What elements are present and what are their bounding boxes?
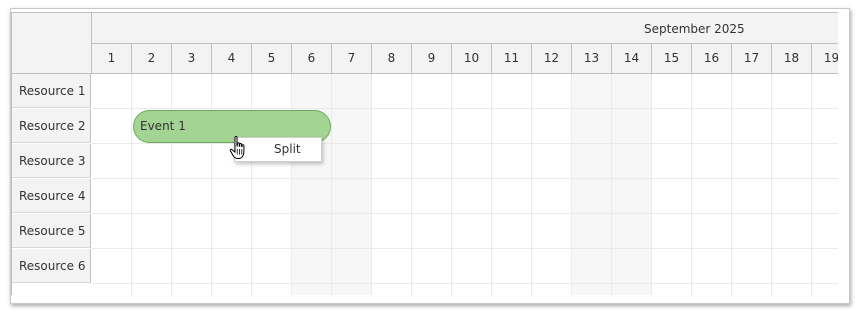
day-header-15: 15	[652, 44, 692, 73]
row-header-resource-5: Resource 5	[12, 214, 91, 248]
day-header-19: 19	[812, 44, 838, 73]
scheduler-corner	[12, 13, 92, 74]
day-header-1: 1	[92, 44, 132, 73]
day-header-12: 12	[532, 44, 572, 73]
menu-item-split[interactable]: Split	[235, 138, 321, 161]
day-header-9: 9	[412, 44, 452, 73]
row-header-resource-6: Resource 6	[12, 249, 91, 283]
time-header: September 2025 1 2 3 4 5 6 7 8 9 10 11 12 13 14 15 16 17…	[92, 13, 838, 74]
grid-row-line	[92, 143, 838, 144]
day-header-3: 3	[172, 44, 212, 73]
grid-row-line	[92, 178, 838, 179]
grid-row-line	[92, 248, 838, 249]
day-header-16: 16	[692, 44, 732, 73]
grid-row-line	[92, 213, 838, 214]
context-menu: Split	[234, 137, 322, 162]
row-header-resource-1: Resource 1	[12, 74, 91, 108]
day-header-2: 2	[132, 44, 172, 73]
grid-row-line	[92, 283, 838, 284]
day-header-10: 10	[452, 44, 492, 73]
month-label: September 2025	[644, 22, 745, 36]
day-header-4: 4	[212, 44, 252, 73]
menu-item-split-label: Split	[274, 142, 301, 156]
row-header-resource-2: Resource 2	[12, 109, 91, 143]
day-header-14: 14	[612, 44, 652, 73]
event-label: Event 1	[140, 119, 186, 133]
row-header-resource-3: Resource 3	[12, 144, 91, 178]
day-header-row: 1 2 3 4 5 6 7 8 9 10 11 12 13 14 15 16 17 18 19	[92, 44, 838, 74]
day-header-17: 17	[732, 44, 772, 73]
day-header-8: 8	[372, 44, 412, 73]
day-header-13: 13	[572, 44, 612, 73]
day-header-6: 6	[292, 44, 332, 73]
day-header-7: 7	[332, 44, 372, 73]
scheduler-grid[interactable]: Event 1	[92, 74, 838, 295]
row-header-resource-4: Resource 4	[12, 179, 91, 213]
month-header: September 2025	[92, 13, 838, 44]
scheduler: September 2025 1 2 3 4 5 6 7 8 9 10 11 12 13 14 15 16 17…	[11, 12, 838, 295]
day-header-18: 18	[772, 44, 812, 73]
day-header-5: 5	[252, 44, 292, 73]
grid-row-line	[92, 108, 838, 109]
day-header-11: 11	[492, 44, 532, 73]
